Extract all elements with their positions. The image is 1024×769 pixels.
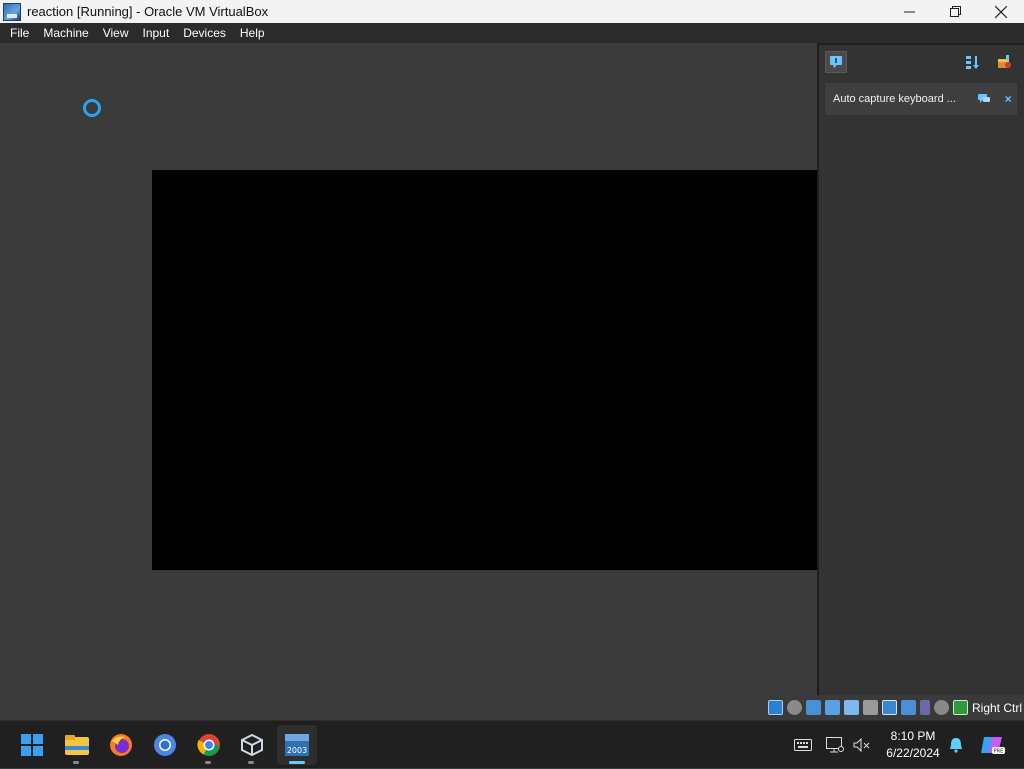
- taskbar-clock[interactable]: 8:10 PM 6/22/2024: [880, 728, 946, 762]
- start-button[interactable]: [12, 725, 52, 765]
- taskbar-chrome[interactable]: [189, 725, 229, 765]
- running-indicator: [205, 761, 211, 764]
- minimize-icon: [903, 11, 915, 13]
- vm-statusbar: Right Ctrl: [0, 695, 1024, 720]
- sort-icon: [966, 56, 979, 69]
- menu-machine[interactable]: Machine: [36, 26, 95, 40]
- network-icon[interactable]: [824, 700, 840, 715]
- clock-date: 6/22/2024: [886, 746, 940, 760]
- vm-window-icon: 2003: [285, 734, 309, 756]
- menu-devices[interactable]: Devices: [176, 26, 233, 40]
- firefox-icon: [110, 734, 132, 756]
- loading-spinner-icon: [83, 99, 101, 117]
- optical-drive-icon[interactable]: [786, 700, 802, 715]
- menu-help[interactable]: Help: [233, 26, 272, 40]
- taskbar-vm-window[interactable]: 2003: [277, 725, 317, 765]
- clear-notifications-button[interactable]: [993, 51, 1015, 73]
- notification-item[interactable]: Auto capture keyboard ... ×: [825, 83, 1017, 115]
- volume-muted-icon: [853, 738, 870, 752]
- taskbar: 2003 8:10 PM 6/22/2024 PRE: [0, 720, 1024, 768]
- clock-time: 8:10 PM: [890, 729, 936, 743]
- bell-icon: [950, 738, 962, 753]
- running-indicator: [73, 761, 79, 764]
- restore-icon: [949, 6, 961, 17]
- minimize-button[interactable]: [886, 0, 932, 23]
- vm-thumbnail-label: 2003: [287, 746, 307, 755]
- svg-text:PRE: PRE: [994, 749, 1004, 755]
- window-title: reaction [Running] - Oracle VM VirtualBo…: [27, 4, 269, 19]
- vm-screen[interactable]: [152, 170, 818, 570]
- maximize-button[interactable]: [932, 0, 978, 23]
- notification-help-button[interactable]: [975, 90, 993, 108]
- window-titlebar[interactable]: reaction [Running] - Oracle VM VirtualBo…: [0, 0, 1024, 23]
- tray-keyboard[interactable]: [794, 721, 812, 769]
- notification-center: Auto capture keyboard ... ×: [817, 43, 1024, 695]
- running-indicator: [248, 761, 254, 764]
- file-explorer-icon: [65, 735, 89, 755]
- usb-icon[interactable]: [843, 700, 859, 715]
- copilot-icon: PRE: [981, 737, 1005, 755]
- taskbar-file-explorer[interactable]: [57, 725, 97, 765]
- close-button[interactable]: [978, 0, 1024, 23]
- start-icon: [21, 734, 43, 756]
- taskbar-virtualbox[interactable]: [232, 725, 272, 765]
- taskbar-chromium[interactable]: [145, 725, 185, 765]
- recording-icon[interactable]: [900, 700, 916, 715]
- virtualbox-app-icon: [3, 2, 21, 21]
- broom-icon: [998, 55, 1011, 68]
- host-key-label: Right Ctrl: [971, 700, 1022, 715]
- help-chat-icon: [978, 94, 991, 103]
- audio-icon[interactable]: [805, 700, 821, 715]
- chrome-icon: [197, 734, 220, 756]
- monitor-icon: [826, 737, 844, 753]
- notification-toolbar: [819, 45, 1024, 79]
- display-icon[interactable]: [881, 700, 897, 715]
- notification-close-button[interactable]: ×: [999, 90, 1017, 108]
- tray-display[interactable]: [826, 721, 844, 769]
- tray-notifications[interactable]: [948, 721, 964, 769]
- sort-notifications-button[interactable]: [961, 51, 983, 73]
- tray-volume[interactable]: [853, 721, 871, 769]
- vm-display-area[interactable]: [0, 43, 872, 695]
- shared-folders-icon[interactable]: [862, 700, 878, 715]
- window-controls: [886, 0, 1024, 23]
- close-icon: [995, 5, 1007, 18]
- tray-copilot[interactable]: PRE: [980, 721, 1006, 769]
- active-indicator: [289, 761, 305, 764]
- chromium-icon: [154, 734, 176, 756]
- toggle-notifications-button[interactable]: [825, 51, 847, 73]
- taskbar-firefox[interactable]: [101, 725, 141, 765]
- menu-input[interactable]: Input: [136, 26, 177, 40]
- hard-disk-icon[interactable]: [767, 700, 783, 715]
- speech-bubble-icon: [830, 56, 842, 68]
- cpu-icon[interactable]: [919, 700, 930, 715]
- menu-file[interactable]: File: [3, 26, 36, 40]
- menu-view[interactable]: View: [96, 26, 136, 40]
- menu-bar: File Machine View Input Devices Help: [0, 23, 1024, 43]
- notification-message: Auto capture keyboard ...: [833, 93, 956, 105]
- keyboard-capture-icon[interactable]: [952, 700, 968, 715]
- mouse-integration-icon[interactable]: [933, 700, 949, 715]
- virtualbox-icon: [241, 734, 263, 756]
- keyboard-icon: [794, 739, 812, 751]
